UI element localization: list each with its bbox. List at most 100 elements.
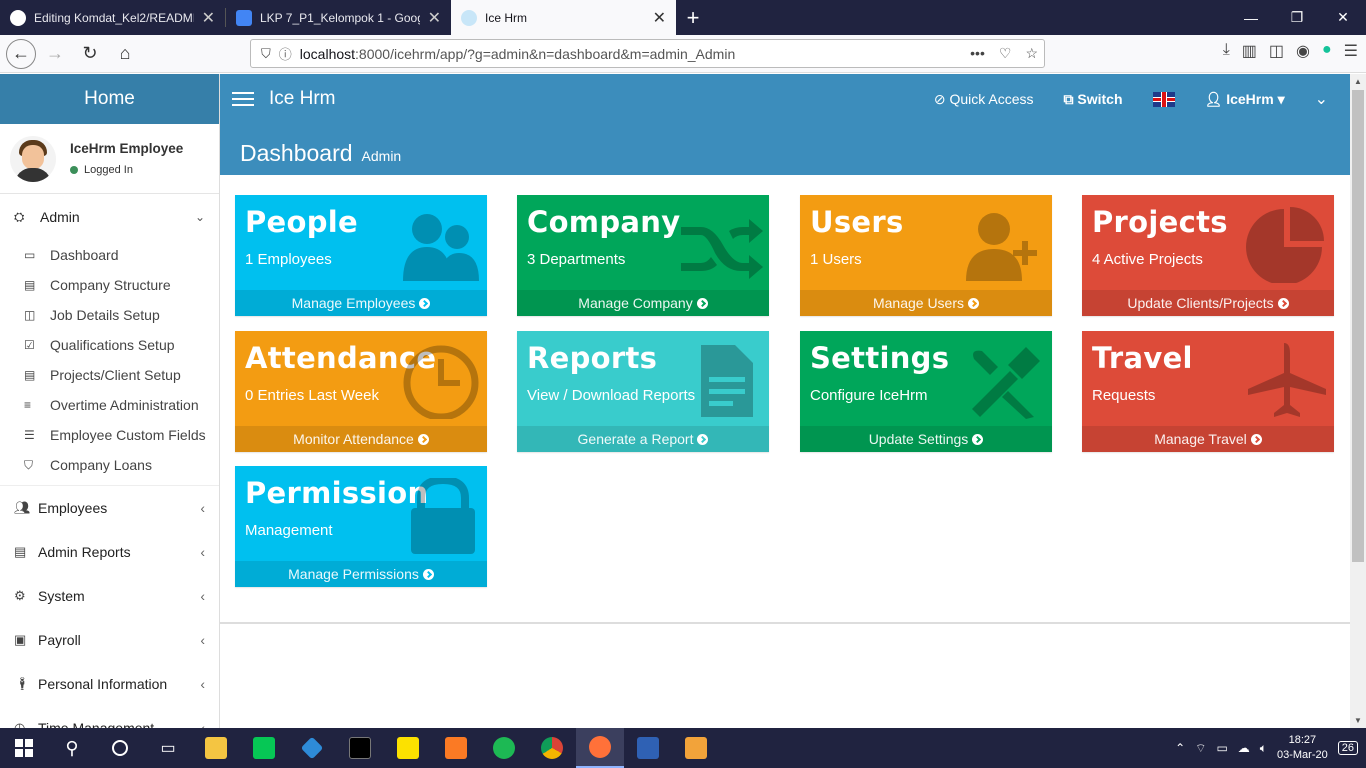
tile-text: Configure IceHrm	[810, 387, 928, 404]
search-icon[interactable]: ⚲	[48, 728, 96, 768]
money-icon: ▣	[14, 632, 27, 647]
volume-icon[interactable]: 🔈︎	[1260, 741, 1267, 756]
notification-icon[interactable]: 26	[1337, 741, 1358, 755]
globe-icon	[461, 9, 477, 26]
monitor-attendance-link[interactable]: Monitor Attendance	[235, 426, 487, 452]
close-icon[interactable]: ✕	[428, 8, 441, 28]
generate-report-link[interactable]: Generate a Report	[517, 426, 769, 452]
user-plus-icon	[966, 213, 1037, 281]
user-menu[interactable]: 👤︎ IceHrm ▾	[1205, 91, 1285, 108]
firefox-icon[interactable]	[576, 728, 624, 768]
manage-company-link[interactable]: Manage Company	[517, 290, 769, 316]
chrome-icon[interactable]	[528, 728, 576, 768]
bookmark-star-icon[interactable]: ☆	[1025, 45, 1038, 62]
update-clients-projects-link[interactable]: Update Clients/Projects	[1082, 290, 1334, 316]
hamburger-icon[interactable]	[232, 88, 254, 110]
pocket-icon[interactable]: ♡	[999, 45, 1012, 62]
network-icon[interactable]: ☁	[1238, 741, 1250, 755]
url-tools: ••• ♡ ☆	[970, 45, 1038, 62]
app-title[interactable]: Ice Hrm	[269, 88, 336, 110]
sidebar-item-employees[interactable]: 👥︎ Employees ‹	[0, 486, 219, 530]
sidebar-home-link[interactable]: Home	[0, 74, 219, 124]
line-app-icon[interactable]	[240, 728, 288, 768]
git-icon[interactable]	[288, 728, 336, 768]
download-icon[interactable]: ⤓	[1223, 41, 1230, 61]
back-arrow-icon[interactable]: ←	[6, 38, 36, 69]
manage-users-link[interactable]: Manage Users	[800, 290, 1052, 316]
sidebar-item-company-loans[interactable]: ⛉ Company Loans	[0, 450, 219, 480]
shield-icon[interactable]: ⛉	[261, 46, 271, 62]
sidebar-item-system[interactable]: ⚙ System ‹	[0, 574, 219, 618]
scroll-up-icon[interactable]: ▲	[1354, 77, 1362, 86]
new-tab-button[interactable]: +	[676, 0, 710, 35]
sidebar-item-admin[interactable]: ⛭ Admin ⌄	[0, 194, 219, 240]
sliders-icon: ☰	[24, 428, 35, 442]
sidebar-item-job-details[interactable]: ◫ Job Details Setup	[0, 300, 219, 330]
windows-start-icon[interactable]	[0, 728, 48, 768]
manage-employees-link[interactable]: Manage Employees	[235, 290, 487, 316]
restore-icon[interactable]: ❐	[1274, 0, 1320, 35]
file-explorer-icon[interactable]	[192, 728, 240, 768]
battery-icon[interactable]: ▭	[1216, 741, 1227, 755]
close-icon[interactable]: ✕	[653, 8, 666, 28]
cogs-icon: ⚙	[14, 588, 26, 603]
account-icon[interactable]: ◉	[1296, 41, 1310, 61]
wifi-icon[interactable]: ⌔	[1195, 741, 1206, 756]
forward-arrow-icon[interactable]: →	[39, 38, 71, 70]
tile-company: Company 3 Departments Manage Company	[517, 195, 769, 316]
info-icon[interactable]: ⓘ	[279, 44, 292, 63]
clock[interactable]: 18:27 03-Mar-20	[1277, 733, 1328, 763]
sidebar-item-company-structure[interactable]: ▤ Company Structure	[0, 270, 219, 300]
browser-tab-active[interactable]: Ice Hrm ✕	[451, 0, 676, 35]
chevron-left-icon: ‹	[200, 544, 205, 560]
terminal-icon[interactable]	[336, 728, 384, 768]
chevron-up-icon[interactable]: ⌃	[1175, 741, 1185, 755]
manage-permissions-link[interactable]: Manage Permissions	[235, 561, 487, 587]
sidebar-item-admin-reports[interactable]: ▤ Admin Reports ‹	[0, 530, 219, 574]
home-icon[interactable]: ⌂	[109, 38, 141, 70]
sticky-notes-icon[interactable]	[384, 728, 432, 768]
xampp-icon[interactable]	[432, 728, 480, 768]
arrow-circle-right-icon	[417, 433, 429, 445]
sidebar-item-overtime[interactable]: ≡ Overtime Administration	[0, 390, 219, 420]
switch-button[interactable]: ⧉ Switch	[1064, 91, 1123, 108]
menu-icon[interactable]: ☰	[1344, 41, 1358, 61]
close-icon[interactable]: ✕	[202, 8, 215, 28]
sidebar-icon[interactable]: ◫	[1269, 41, 1284, 61]
uk-flag-icon[interactable]	[1152, 91, 1175, 107]
paint-icon[interactable]	[672, 728, 720, 768]
spotify-icon[interactable]	[480, 728, 528, 768]
page-scrollbar[interactable]: ▲ ▼	[1350, 74, 1366, 728]
browser-tab[interactable]: Editing Komdat_Kel2/READMI ✕	[0, 0, 225, 35]
sidebar-item-payroll[interactable]: ▣ Payroll ‹	[0, 618, 219, 662]
quick-access-button[interactable]: ⊘ Quick Access	[934, 91, 1034, 108]
browser-tab[interactable]: LKP 7_P1_Kelompok 1 - Google ✕	[226, 0, 451, 35]
chevron-down-icon[interactable]: ⌄	[1315, 89, 1328, 109]
scrollbar-thumb[interactable]	[1352, 90, 1364, 562]
cortana-icon[interactable]	[96, 728, 144, 768]
tab-title: LKP 7_P1_Kelompok 1 - Google	[260, 10, 420, 25]
manage-travel-link[interactable]: Manage Travel	[1082, 426, 1334, 452]
sidebar-item-label: System	[38, 588, 85, 604]
sidebar-item-time-management[interactable]: ◷ Time Management ‹	[0, 706, 219, 728]
tile-text: 0 Entries Last Week	[245, 387, 379, 404]
grammarly-icon[interactable]: ●	[1322, 41, 1332, 61]
sidebar-item-dashboard[interactable]: ▭ Dashboard	[0, 240, 219, 270]
sidebar-item-personal-information[interactable]: 🕴︎ Personal Information ‹	[0, 662, 219, 706]
virtualbox-icon[interactable]	[624, 728, 672, 768]
close-window-icon[interactable]: ✕	[1320, 0, 1366, 35]
task-view-icon[interactable]: ▭	[144, 728, 192, 768]
update-settings-link[interactable]: Update Settings	[800, 426, 1052, 452]
clock-time: 18:27	[1288, 734, 1317, 746]
library-icon[interactable]: ▥	[1242, 41, 1257, 61]
minimize-icon[interactable]: —	[1228, 0, 1274, 35]
sidebar-item-projects-client[interactable]: ▤ Projects/Client Setup	[0, 360, 219, 390]
sidebar-item-qualifications[interactable]: ☑ Qualifications Setup	[0, 330, 219, 360]
scroll-down-icon[interactable]: ▼	[1354, 716, 1362, 725]
more-icon[interactable]: •••	[970, 45, 985, 62]
sidebar-item-label: Company Structure	[50, 277, 171, 293]
reload-icon[interactable]: ↻	[74, 38, 106, 70]
url-path: :8000/icehrm/app/?g=admin&n=dashboard&m=…	[355, 45, 736, 62]
sidebar-item-custom-fields[interactable]: ☰ Employee Custom Fields	[0, 420, 219, 450]
url-bar[interactable]: ⛉ ⓘ localhost :8000/icehrm/app/?g=admin&…	[250, 39, 1045, 68]
